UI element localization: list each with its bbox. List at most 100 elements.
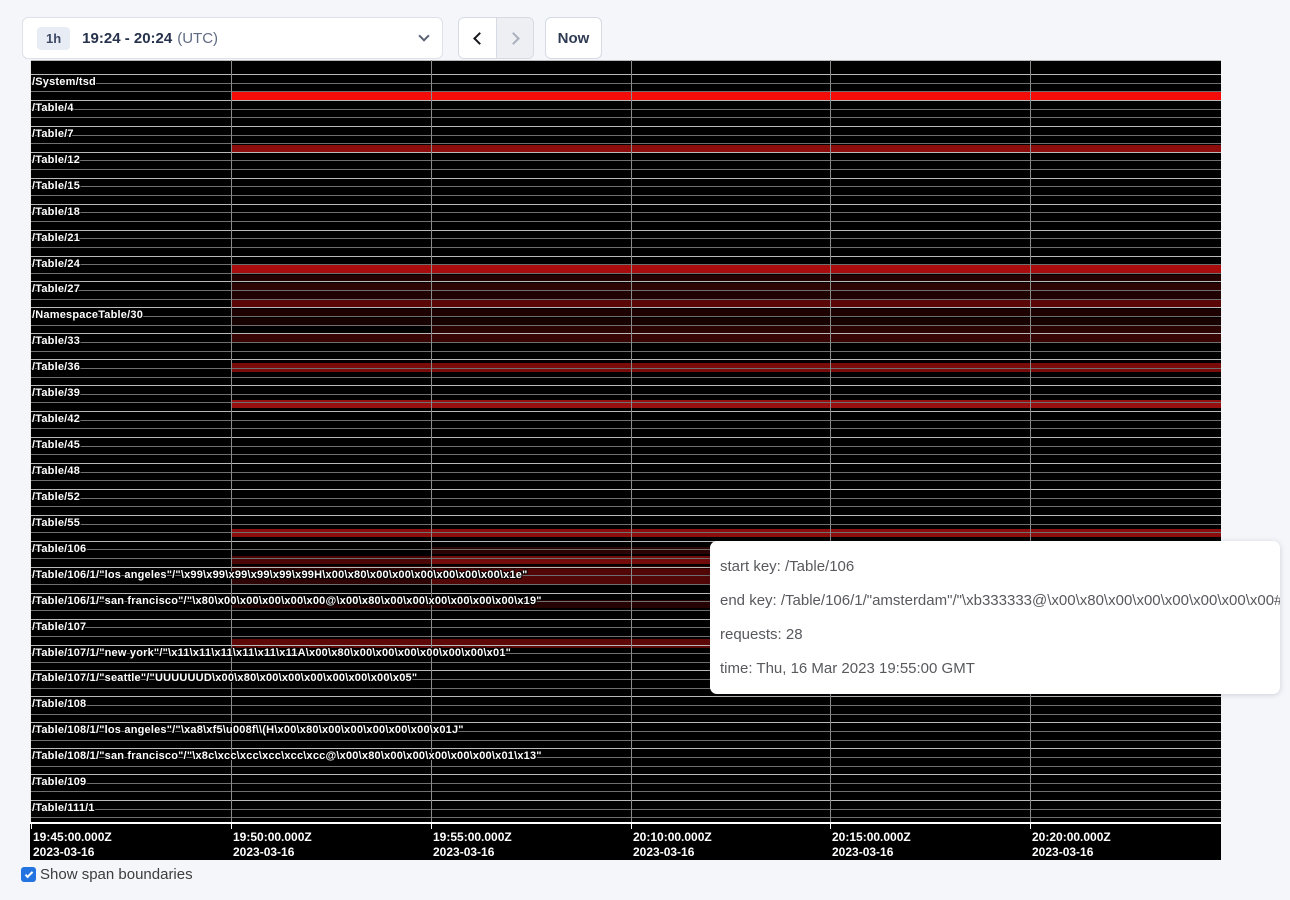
- key-range-label: /Table/18: [32, 206, 80, 218]
- span-boundary-line: [30, 143, 1221, 144]
- key-range-label: /Table/45: [32, 439, 80, 451]
- span-boundary-line: [30, 800, 1221, 801]
- axis-tick: [31, 824, 32, 829]
- span-boundary-line: [30, 160, 1221, 161]
- range-duration-badge: 1h: [37, 27, 70, 50]
- axis-tick: [1030, 824, 1031, 829]
- time-nav-group: [458, 17, 534, 59]
- span-boundary-line: [30, 385, 1221, 386]
- span-boundary-line: [30, 290, 1221, 291]
- span-boundary-line: [30, 783, 1221, 784]
- span-boundary-line: [30, 230, 1221, 231]
- heatmap-tooltip: start key: /Table/106 end key: /Table/10…: [710, 541, 1280, 694]
- prev-range-button[interactable]: [459, 18, 496, 58]
- show-span-boundaries-checkbox[interactable]: [21, 867, 36, 882]
- span-boundary-line: [30, 463, 1221, 464]
- axis-time-label: 19:45:00.000Z2023-03-16: [33, 830, 112, 860]
- chevron-down-icon: [418, 30, 429, 41]
- span-boundary-line: [30, 351, 1221, 352]
- span-boundary-line: [30, 515, 1221, 516]
- span-boundary-line: [30, 714, 1221, 715]
- key-range-label: /Table/36: [32, 361, 80, 373]
- span-boundary-line: [30, 117, 1221, 118]
- key-range-label: /Table/108/1/"los angeles"/"\xa8\xf5\u00…: [32, 724, 464, 736]
- key-range-label: /Table/52: [32, 491, 80, 503]
- span-boundary-line: [30, 264, 1221, 265]
- tooltip-requests: requests: 28: [720, 618, 1270, 652]
- next-range-button[interactable]: [496, 18, 533, 58]
- span-boundary-line: [30, 428, 1221, 429]
- key-range-label: /Table/33: [32, 335, 80, 347]
- show-span-boundaries-control[interactable]: Show span boundaries: [21, 866, 193, 883]
- span-boundary-line: [30, 83, 1221, 84]
- key-range-label: /Table/107/1/"seattle"/"UUUUUUD\x00\x80\…: [32, 672, 417, 684]
- key-range-label: /Table/21: [32, 232, 80, 244]
- key-range-label: /Table/106/1/"los angeles"/"\x99\x99\x99…: [32, 569, 528, 581]
- key-range-label: /Table/27: [32, 283, 80, 295]
- key-range-label: /Table/106: [32, 543, 86, 555]
- show-span-boundaries-label: Show span boundaries: [40, 866, 193, 883]
- chevron-right-icon: [507, 32, 520, 45]
- axis-tick: [631, 824, 632, 829]
- span-boundary-line: [30, 532, 1221, 533]
- axis-tick: [231, 824, 232, 829]
- span-boundary-line: [30, 195, 1221, 196]
- key-range-label: /NamespaceTable/30: [32, 309, 143, 321]
- span-boundary-line: [30, 247, 1221, 248]
- span-boundary-line: [30, 152, 1221, 153]
- key-range-label: /System/tsd: [32, 76, 96, 88]
- span-boundary-line: [30, 402, 1221, 403]
- span-boundary-line: [30, 221, 1221, 222]
- span-boundary-line: [30, 135, 1221, 136]
- span-boundary-line: [30, 307, 1221, 308]
- span-boundary-line: [30, 696, 1221, 697]
- key-range-label: /Table/4: [32, 102, 74, 114]
- key-range-label: /Table/111/1: [32, 802, 95, 814]
- span-boundary-line: [30, 368, 1221, 369]
- span-boundary-line: [30, 60, 1221, 61]
- span-boundary-line: [30, 109, 1221, 110]
- heatmap-band: [231, 291, 1221, 299]
- span-boundary-line: [30, 169, 1221, 170]
- key-range-label: /Table/39: [32, 387, 80, 399]
- heatmap-band: [231, 400, 1221, 409]
- span-boundary-line: [30, 420, 1221, 421]
- heatmap-band: [231, 334, 1221, 342]
- keyspace-heatmap-canvas[interactable]: /System/tsd/Table/4/Table/7/Table/12/Tab…: [30, 60, 1221, 860]
- axis-time-label: 19:55:00.000Z2023-03-16: [433, 830, 512, 860]
- time-range-dropdown[interactable]: 1h 19:24 - 20:24 (UTC): [22, 17, 443, 59]
- time-gridline: [1030, 60, 1031, 822]
- toolbar: 1h 19:24 - 20:24 (UTC) Now: [0, 0, 1290, 60]
- span-boundary-line: [30, 774, 1221, 775]
- now-button[interactable]: Now: [545, 17, 602, 59]
- checkmark-icon: [24, 869, 32, 877]
- span-boundary-line: [30, 394, 1221, 395]
- span-boundary-line: [30, 766, 1221, 767]
- span-boundary-line: [30, 377, 1221, 378]
- time-gridline: [631, 60, 632, 822]
- heatmap-band: [431, 326, 1221, 334]
- key-range-label: /Table/106/1/"san francisco"/"\x80\x00\x…: [32, 595, 542, 607]
- span-boundary-line: [30, 740, 1221, 741]
- span-boundary-line: [30, 489, 1221, 490]
- span-boundary-line: [30, 524, 1221, 525]
- tooltip-start-key: start key: /Table/106: [720, 550, 1270, 584]
- span-boundary-line: [30, 126, 1221, 127]
- span-boundary-line: [30, 506, 1221, 507]
- canvas-left-edge: [30, 60, 31, 822]
- key-range-label: /Table/15: [32, 180, 80, 192]
- key-range-label: /Table/108/1/"san francisco"/"\x8c\xcc\x…: [32, 750, 542, 762]
- span-boundary-line: [30, 281, 1221, 282]
- span-boundary-line: [30, 273, 1221, 274]
- span-boundary-line: [30, 178, 1221, 179]
- span-boundary-line: [30, 446, 1221, 447]
- span-boundary-line: [30, 437, 1221, 438]
- key-range-label: /Table/107: [32, 621, 86, 633]
- span-boundary-line: [30, 705, 1221, 706]
- axis-time-label: 20:20:00.000Z2023-03-16: [1032, 830, 1111, 860]
- heatmap-area: /System/tsd/Table/4/Table/7/Table/12/Tab…: [30, 60, 1221, 822]
- span-boundary-line: [30, 299, 1221, 300]
- span-boundary-line: [30, 74, 1221, 75]
- span-boundary-line: [30, 454, 1221, 455]
- heatmap-band: [231, 92, 1221, 100]
